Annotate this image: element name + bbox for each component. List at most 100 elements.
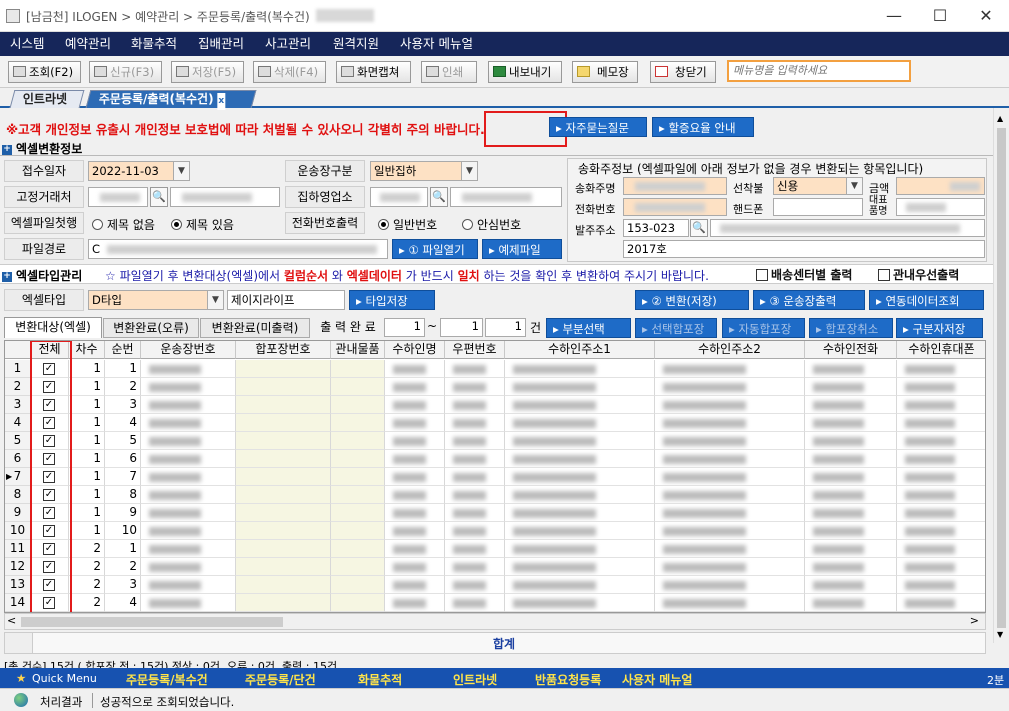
print-from-field[interactable]: 1 <box>384 318 425 337</box>
delimiter-save-button[interactable]: ▸ 구분자저장 <box>896 318 983 338</box>
redacted-cell[interactable] <box>236 558 331 576</box>
round-cell[interactable]: 2 <box>69 558 105 576</box>
mobile-field[interactable] <box>773 198 863 216</box>
redacted-cell[interactable] <box>805 576 897 594</box>
amount-field[interactable] <box>896 177 985 195</box>
memo-button[interactable]: 메모장 <box>572 61 638 83</box>
maximize-icon[interactable]: ☐ <box>917 0 963 32</box>
menu-accident[interactable]: 사고관리 <box>265 32 311 56</box>
receipt-date-field[interactable]: 2022-11-03 ▼ <box>88 161 190 181</box>
column-header[interactable]: 수하인주소1 <box>505 341 655 359</box>
redacted-cell[interactable] <box>331 594 385 612</box>
capture-button[interactable]: 화면캡쳐 <box>336 61 411 83</box>
partial-select-button[interactable]: ▸ 부분선택 <box>546 318 631 338</box>
row-number[interactable]: 8 <box>5 486 31 504</box>
merge-selected-button[interactable]: ▸ 선택합포장 <box>635 318 717 338</box>
chevron-down-icon[interactable]: ▼ <box>846 178 862 194</box>
quick-tracking[interactable]: 화물추적 <box>358 671 402 688</box>
radio-button[interactable] <box>462 219 473 230</box>
row-number[interactable]: 6 <box>5 450 31 468</box>
column-header[interactable]: 관내물품 <box>331 341 385 359</box>
redacted-cell[interactable] <box>331 468 385 486</box>
row-number[interactable]: 13 <box>5 576 31 594</box>
fixed-customer-code[interactable] <box>88 187 148 207</box>
redacted-cell[interactable] <box>141 468 236 486</box>
menu-remote[interactable]: 원격지원 <box>333 32 379 56</box>
seq-cell[interactable]: 6 <box>105 450 141 468</box>
convert-button[interactable]: ▸ ② 변환(저장) <box>635 290 749 310</box>
redacted-cell[interactable] <box>897 432 985 450</box>
redacted-cell[interactable] <box>141 594 236 612</box>
redacted-cell[interactable] <box>655 450 805 468</box>
redacted-cell[interactable] <box>236 468 331 486</box>
redacted-cell[interactable] <box>897 522 985 540</box>
print-to-field[interactable]: 1 <box>440 318 483 337</box>
redacted-cell[interactable] <box>445 360 505 378</box>
search-icon[interactable]: 🔍 <box>430 187 448 207</box>
redacted-cell[interactable] <box>331 504 385 522</box>
redacted-cell[interactable] <box>331 540 385 558</box>
faq-button[interactable]: ▸ 자주묻는질문 <box>549 117 647 137</box>
tab-excel-target[interactable]: 변환대상(엑셀) <box>4 317 102 338</box>
search-icon[interactable]: 🔍 <box>690 219 708 237</box>
redacted-cell[interactable] <box>141 504 236 522</box>
chevron-down-icon[interactable]: ▼ <box>207 291 223 309</box>
quick-order-single[interactable]: 주문등록/단건 <box>245 671 316 688</box>
phone-output-normal[interactable]: 일반번호 <box>378 216 437 233</box>
round-cell[interactable]: 1 <box>69 432 105 450</box>
redacted-cell[interactable] <box>505 360 655 378</box>
round-cell[interactable]: 1 <box>69 504 105 522</box>
redacted-cell[interactable] <box>897 414 985 432</box>
redacted-cell[interactable] <box>655 468 805 486</box>
redacted-cell[interactable] <box>385 540 445 558</box>
redacted-cell[interactable] <box>805 486 897 504</box>
redacted-cell[interactable] <box>655 522 805 540</box>
redacted-cell[interactable] <box>385 432 445 450</box>
redacted-cell[interactable] <box>445 450 505 468</box>
seq-cell[interactable]: 1 <box>105 360 141 378</box>
close-window-button[interactable]: 창닫기 <box>650 61 716 83</box>
redacted-cell[interactable] <box>505 432 655 450</box>
redacted-cell[interactable] <box>385 594 445 612</box>
round-cell[interactable]: 1 <box>69 360 105 378</box>
column-header[interactable]: 수하인명 <box>385 341 445 359</box>
redacted-cell[interactable] <box>805 558 897 576</box>
expand-icon[interactable]: + <box>2 271 12 282</box>
redacted-cell[interactable] <box>805 522 897 540</box>
new-button[interactable]: 신규(F3) <box>89 61 162 83</box>
delete-button[interactable]: 삭제(F4) <box>253 61 326 83</box>
redacted-cell[interactable] <box>655 576 805 594</box>
redacted-cell[interactable] <box>505 396 655 414</box>
redacted-cell[interactable] <box>236 396 331 414</box>
redacted-cell[interactable] <box>505 540 655 558</box>
horizontal-scrollbar[interactable]: < > <box>4 613 986 630</box>
redacted-cell[interactable] <box>236 594 331 612</box>
redacted-cell[interactable] <box>655 378 805 396</box>
redacted-cell[interactable] <box>385 576 445 594</box>
quick-return[interactable]: 반품요청등록 <box>535 671 601 688</box>
redacted-cell[interactable] <box>141 432 236 450</box>
redacted-cell[interactable] <box>505 576 655 594</box>
round-cell[interactable]: 1 <box>69 522 105 540</box>
redacted-cell[interactable] <box>385 414 445 432</box>
expand-icon[interactable]: + <box>2 144 12 155</box>
menu-tracking[interactable]: 화물추적 <box>131 32 177 56</box>
phone-output-safe[interactable]: 안심번호 <box>462 216 521 233</box>
redacted-cell[interactable] <box>385 558 445 576</box>
redacted-cell[interactable] <box>445 540 505 558</box>
seq-cell[interactable]: 5 <box>105 432 141 450</box>
redacted-cell[interactable] <box>385 468 445 486</box>
round-cell[interactable]: 1 <box>69 378 105 396</box>
redacted-cell[interactable] <box>655 414 805 432</box>
redacted-cell[interactable] <box>505 486 655 504</box>
rep-item-field[interactable] <box>896 198 985 216</box>
scroll-right-icon[interactable]: > <box>970 614 979 627</box>
checkbox[interactable] <box>756 269 768 281</box>
row-number[interactable]: 14 <box>5 594 31 612</box>
redacted-cell[interactable] <box>445 396 505 414</box>
redacted-cell[interactable] <box>505 522 655 540</box>
redacted-cell[interactable] <box>236 432 331 450</box>
redacted-cell[interactable] <box>655 396 805 414</box>
redacted-cell[interactable] <box>445 468 505 486</box>
redacted-cell[interactable] <box>236 450 331 468</box>
